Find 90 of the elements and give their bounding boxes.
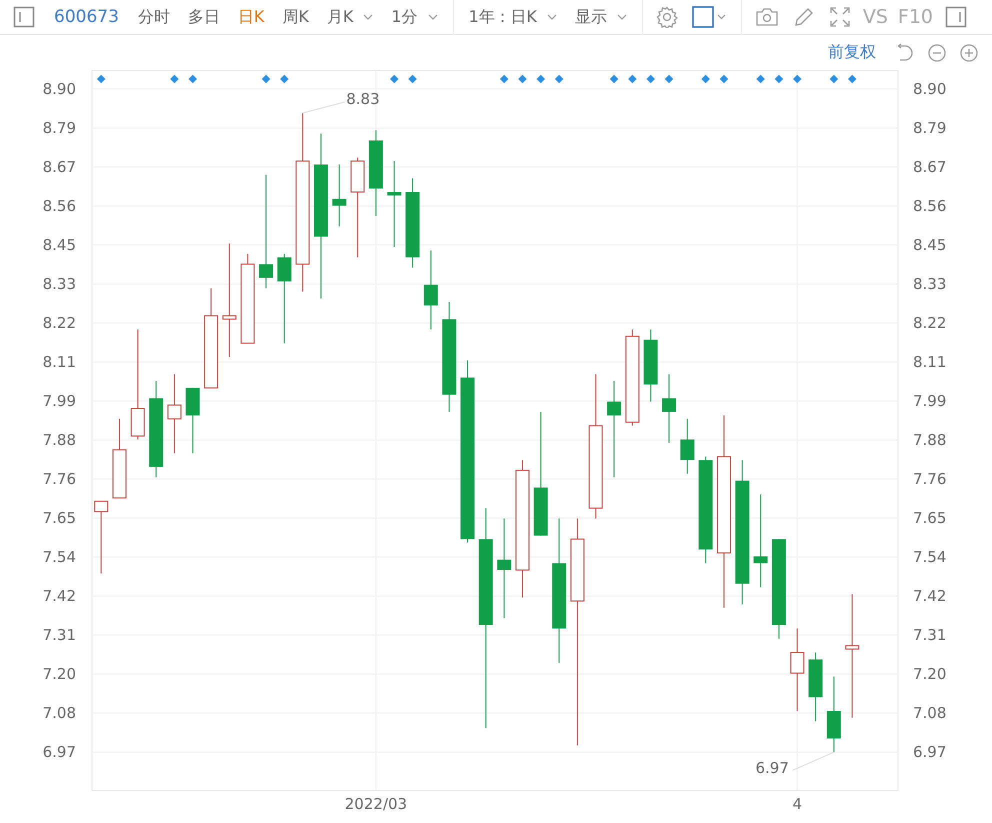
event-marker[interactable] (536, 74, 546, 84)
period-tab[interactable]: 周K (275, 6, 316, 28)
display-dropdown[interactable]: 显示 (568, 6, 634, 28)
y-axis-label: 8.67 (913, 158, 946, 176)
event-marker[interactable] (646, 74, 655, 84)
event-marker[interactable] (628, 74, 637, 84)
leader-line (792, 752, 834, 771)
price-label: 6.97 (755, 759, 789, 778)
y-axis-label: 7.08 (913, 704, 946, 722)
y-axis-label: 7.31 (913, 626, 946, 644)
caret-icon (428, 14, 438, 20)
y-axis-label: 8.22 (42, 314, 76, 332)
y-axis-label: 8.79 (42, 119, 76, 138)
y-axis-label: 7.20 (913, 665, 946, 684)
y-axis-label: 6.97 (42, 743, 76, 762)
event-marker[interactable] (793, 74, 802, 84)
square-dropdown-icon[interactable] (692, 6, 728, 28)
event-marker[interactable] (774, 74, 784, 84)
event-marker[interactable] (554, 74, 564, 84)
y-axis-label: 7.99 (913, 392, 946, 410)
y-axis-label: 8.79 (913, 119, 946, 138)
settings-icon[interactable] (656, 6, 678, 28)
period-dropdown[interactable]: 月K (320, 6, 380, 28)
event-marker[interactable] (262, 74, 270, 84)
period-dropdown[interactable]: 1分 (384, 6, 445, 28)
candlestick (662, 374, 676, 444)
x-axis-label: 4 (792, 795, 802, 813)
range-dropdown[interactable]: 1年 : 日K (462, 6, 564, 28)
period-tab[interactable]: 多日 (180, 6, 227, 28)
leader-line (302, 101, 346, 114)
event-marker[interactable] (518, 74, 527, 84)
caret-icon (616, 14, 627, 20)
undo-icon[interactable] (895, 42, 915, 62)
event-marker[interactable] (96, 74, 106, 84)
panel-toggle-icon[interactable] (13, 6, 35, 28)
y-axis-label: 7.76 (42, 470, 76, 488)
event-marker[interactable] (408, 74, 417, 84)
event-marker[interactable] (830, 74, 838, 84)
event-marker[interactable] (701, 74, 710, 84)
y-axis-label: 7.54 (42, 548, 76, 566)
y-axis-label: 7.65 (913, 509, 946, 528)
y-axis-label: 7.08 (42, 704, 76, 722)
y-axis-label: 8.22 (913, 314, 946, 332)
caret-icon (546, 14, 557, 20)
event-marker[interactable] (500, 74, 508, 84)
y-axis-label: 8.56 (42, 197, 76, 216)
event-marker[interactable] (848, 74, 856, 84)
y-axis-label: 8.56 (913, 197, 946, 216)
y-axis-label: 8.33 (42, 275, 76, 294)
y-axis-label: 8.11 (913, 353, 946, 372)
y-axis-label: 8.33 (913, 275, 946, 294)
camera-icon[interactable] (754, 7, 779, 27)
fullscreen-icon[interactable] (828, 6, 851, 28)
y-axis-label: 7.65 (42, 509, 76, 528)
panel-toggle-icon[interactable] (945, 6, 967, 28)
x-axis-label: 2022/03 (344, 795, 408, 813)
y-axis-label: 7.42 (913, 587, 946, 606)
y-axis-label: 7.31 (42, 626, 76, 644)
y-axis-label: 7.42 (42, 587, 76, 606)
price-label: 8.83 (346, 90, 380, 108)
y-axis-label: 7.99 (42, 392, 76, 410)
event-marker[interactable] (390, 74, 398, 84)
y-axis-label: 8.45 (913, 236, 946, 254)
adjustment-link[interactable]: 前复权 (828, 42, 876, 63)
event-marker[interactable] (664, 74, 674, 84)
pencil-icon[interactable] (792, 6, 815, 28)
y-axis-label: 8.90 (913, 80, 946, 98)
y-axis-label: 8.11 (42, 353, 76, 372)
period-tab[interactable]: 日K (230, 6, 272, 28)
y-axis-label: 7.20 (42, 665, 76, 684)
event-marker[interactable] (756, 74, 765, 84)
event-marker[interactable] (610, 74, 618, 84)
stock-code[interactable]: 600673 (54, 7, 119, 27)
y-axis-label: 6.97 (913, 743, 946, 762)
y-axis-label: 8.45 (42, 236, 76, 254)
event-marker[interactable] (188, 74, 197, 84)
event-marker[interactable] (170, 74, 179, 84)
y-axis-label: 7.76 (913, 470, 946, 488)
zoom-out-icon[interactable] (927, 42, 947, 62)
caret-icon (363, 14, 374, 20)
candlestick (186, 387, 200, 454)
y-axis-label: 8.67 (42, 158, 76, 176)
event-marker[interactable] (720, 74, 728, 84)
y-axis-label: 7.88 (42, 431, 76, 450)
y-axis-label: 7.88 (913, 431, 946, 450)
period-tab[interactable]: 分时 (130, 6, 177, 28)
y-axis-label: 7.54 (913, 548, 946, 566)
zoom-in-icon[interactable] (959, 42, 979, 62)
y-axis-label: 8.90 (42, 80, 76, 98)
event-marker[interactable] (280, 74, 289, 84)
